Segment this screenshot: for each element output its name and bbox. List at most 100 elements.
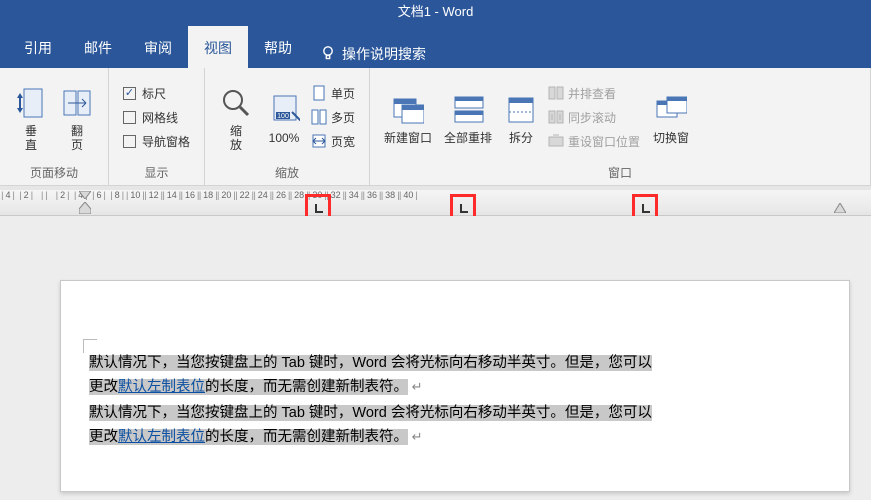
ruler-tick: |34|	[344, 190, 363, 200]
selected-text[interactable]: 更改默认左制表位的长度，而无需创建新制表符。	[89, 429, 408, 445]
split-icon	[505, 90, 537, 130]
group-window: 新建窗口 全部重排 拆分 并排查看	[370, 68, 871, 185]
navpane-checkbox[interactable]: 导航窗格	[123, 129, 190, 153]
arrange-all-icon	[452, 90, 484, 130]
checkbox-icon	[123, 111, 136, 124]
selected-text[interactable]: 更改默认左制表位的长度，而无需创建新制表符。	[89, 379, 408, 395]
new-window-button[interactable]: 新建窗口	[379, 76, 437, 158]
switch-windows-icon	[655, 90, 687, 130]
page-width-button[interactable]: 页宽	[311, 129, 355, 153]
horizontal-ruler[interactable]: |4||2||||2||4||6||8||10||12||14||16||18|…	[0, 186, 871, 216]
vertical-page-button[interactable]: 垂 直	[9, 76, 53, 158]
one-page-label: 单页	[331, 85, 355, 102]
tab-mail[interactable]: 邮件	[68, 26, 128, 68]
hyperlink[interactable]: 默认左制表位	[118, 429, 205, 445]
ruler-tick: ||	[41, 190, 48, 200]
flip-page-button[interactable]: 翻 页	[55, 76, 99, 158]
new-window-icon	[392, 90, 424, 130]
ruler-tick: |22|	[235, 190, 254, 200]
group-show: ✓ 标尺 网格线 导航窗格 显示	[109, 68, 205, 185]
switch-windows-label: 切换窗	[653, 131, 689, 145]
selected-text[interactable]: 默认情况下，当您按键盘上的 Tab 键时，Word 会将光标向右移动半英寸。但是…	[89, 405, 652, 421]
tell-me-search[interactable]: 操作说明搜索	[308, 44, 438, 68]
navpane-label: 导航窗格	[142, 133, 190, 150]
svg-text:100: 100	[277, 113, 289, 120]
sync-scroll-label: 同步滚动	[568, 109, 616, 126]
ruler-tick: |16|	[181, 190, 200, 200]
ribbon: 垂 直 翻 页 页面移动 ✓ 标尺 网格线	[0, 68, 871, 186]
tab-cite[interactable]: 引用	[8, 26, 68, 68]
ruler-tick: |36|	[363, 190, 382, 200]
tab-review[interactable]: 审阅	[128, 26, 188, 68]
ruler-label: 标尺	[142, 85, 166, 102]
page-margin-corner	[83, 339, 97, 353]
window-title: 文档1 - Word	[398, 4, 474, 19]
tab-help[interactable]: 帮助	[248, 26, 308, 68]
page-width-label: 页宽	[331, 133, 355, 150]
split-button[interactable]: 拆分	[499, 76, 543, 158]
tab-stop-marker[interactable]	[314, 203, 324, 217]
selected-text[interactable]: 默认情况下，当您按键盘上的 Tab 键时，Word 会将光标向右移动半英寸。但是…	[89, 355, 652, 371]
ruler-tick: |20|	[217, 190, 236, 200]
reset-window-pos-label: 重设窗口位置	[568, 133, 640, 150]
ruler-tick: |2|	[19, 190, 33, 200]
flip-page-icon	[61, 83, 93, 123]
multi-page-button[interactable]: 多页	[311, 105, 355, 129]
side-by-side-button: 并排查看	[548, 81, 640, 105]
tab-stop-marker[interactable]	[641, 203, 651, 217]
flip-label: 翻 页	[71, 124, 83, 152]
right-indent-marker[interactable]	[834, 202, 846, 216]
group-zoom: 缩 放 100 100% 单页 多页 页宽	[205, 68, 370, 185]
group-show-label: 显示	[145, 162, 169, 183]
hundred-pct-icon: 100	[268, 90, 300, 130]
group-page-move-label: 页面移动	[30, 162, 78, 183]
ruler-checkbox[interactable]: ✓ 标尺	[123, 81, 190, 105]
arrange-all-button[interactable]: 全部重排	[439, 76, 497, 158]
page[interactable]: 默认情况下，当您按键盘上的 Tab 键时，Word 会将光标向右移动半英寸。但是…	[60, 280, 850, 492]
ruler-tick: |14|	[162, 190, 181, 200]
title-bar: 文档1 - Word	[0, 0, 871, 24]
checkbox-icon: ✓	[123, 87, 136, 100]
ruler-tick: |6|	[92, 190, 106, 200]
zoom-label: 缩 放	[230, 124, 242, 152]
checkbox-icon	[123, 135, 136, 148]
tab-view[interactable]: 视图	[188, 26, 248, 68]
ruler-tick: |28|	[290, 190, 309, 200]
switch-windows-button[interactable]: 切换窗	[647, 76, 695, 158]
ruler-tick: |18|	[199, 190, 218, 200]
document-area[interactable]: 默认情况下，当您按键盘上的 Tab 键时，Word 会将光标向右移动半英寸。但是…	[0, 216, 871, 500]
tell-me-label: 操作说明搜索	[342, 44, 426, 64]
ruler-tick: |38|	[381, 190, 400, 200]
ruler-tick: |2|	[56, 190, 70, 200]
gridlines-label: 网格线	[142, 109, 178, 126]
ruler-tick: |4|	[1, 190, 15, 200]
gridlines-checkbox[interactable]: 网格线	[123, 105, 190, 129]
magnifier-icon	[220, 83, 252, 123]
ruler-tick: |40|	[399, 190, 418, 200]
hyperlink[interactable]: 默认左制表位	[118, 379, 205, 395]
side-by-side-label: 并排查看	[568, 85, 616, 102]
hundred-pct-button[interactable]: 100 100%	[260, 76, 308, 158]
ruler-tick: |8|	[110, 190, 124, 200]
vertical-label: 垂 直	[25, 124, 37, 152]
vertical-scroll-icon	[15, 83, 47, 123]
ruler-tick: |26|	[272, 190, 291, 200]
left-indent-marker[interactable]	[79, 202, 91, 217]
ruler-tick: |32|	[326, 190, 345, 200]
paragraph-mark-icon: ↵	[408, 429, 423, 444]
zoom-button[interactable]: 缩 放	[214, 76, 258, 158]
paragraph-mark-icon: ↵	[408, 379, 423, 394]
multi-page-label: 多页	[331, 109, 355, 126]
paragraph[interactable]: 默认情况下，当您按键盘上的 Tab 键时，Word 会将光标向右移动半英寸。但是…	[89, 351, 829, 399]
lightbulb-icon	[320, 45, 336, 64]
first-line-indent-marker[interactable]	[79, 188, 91, 202]
ruler-tick: |30|	[308, 190, 327, 200]
tab-stop-marker[interactable]	[459, 203, 469, 217]
reset-window-pos-button: 重设窗口位置	[548, 129, 640, 153]
group-window-label: 窗口	[608, 162, 632, 183]
one-page-button[interactable]: 单页	[311, 81, 355, 105]
split-label: 拆分	[509, 131, 533, 145]
paragraph[interactable]: 默认情况下，当您按键盘上的 Tab 键时，Word 会将光标向右移动半英寸。但是…	[89, 401, 829, 449]
ruler-tick: |12|	[144, 190, 163, 200]
ruler-tick: |24|	[253, 190, 272, 200]
